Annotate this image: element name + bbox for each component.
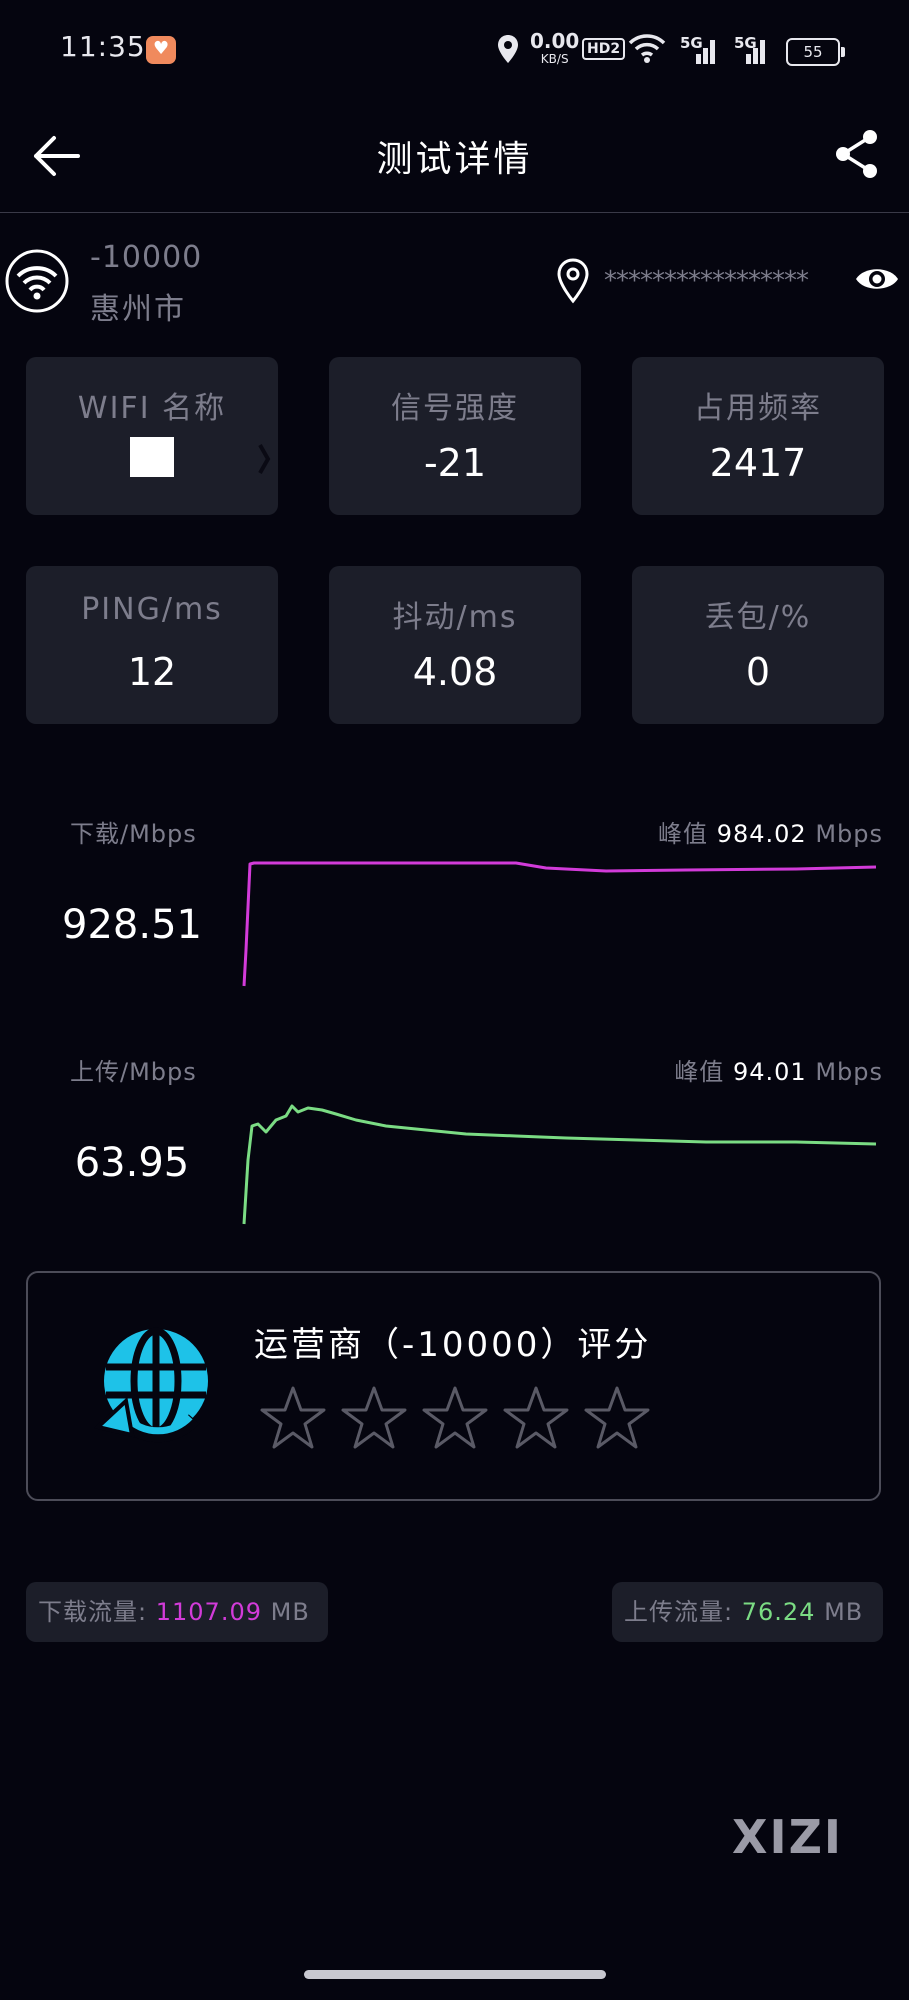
stat-card-packet-loss: 丢包/% 0 <box>632 566 884 724</box>
stat-label: 占用频率 <box>694 391 822 426</box>
status-bar: 11:35 0.00 KB/S HD2 5G 5G 55 <box>0 0 909 100</box>
city-name: 惠州市 <box>90 292 186 327</box>
stat-label: PING/ms <box>81 592 223 627</box>
stat-label: 信号强度 <box>391 391 519 426</box>
redacted-block <box>130 437 174 477</box>
masked-address: ***************** <box>604 266 809 296</box>
download-peak: 峰值 984.02 Mbps <box>658 820 883 848</box>
stat-value: 0 <box>745 650 771 694</box>
hd-voice-badge: HD2 <box>582 38 626 60</box>
star-icon-2[interactable] <box>339 1383 409 1453</box>
rating-title: 运营商（-10000）评分 <box>254 1325 652 1365</box>
watermark: XIZI <box>732 1810 844 1864</box>
battery-indicator: 55 <box>786 38 845 66</box>
stat-label: 丢包/% <box>704 600 812 635</box>
status-time: 11:35 <box>60 30 146 63</box>
stat-card-frequency: 占用频率 2417 <box>632 357 884 515</box>
download-speed-value: 928.51 <box>62 902 202 948</box>
download-traffic-value: 1107.09 <box>155 1598 262 1626</box>
stat-card-signal-strength: 信号强度 -21 <box>329 357 581 515</box>
stat-card-wifi-name: WIFI 名称 <box>26 357 278 515</box>
stat-value: -21 <box>423 441 487 485</box>
star-rating[interactable] <box>258 1383 678 1453</box>
stat-value: 2417 <box>709 441 807 485</box>
isp-code: -10000 <box>90 240 203 275</box>
home-indicator[interactable] <box>304 1970 606 1979</box>
app-notification-icon <box>146 36 176 64</box>
chevron-right-icon <box>258 444 271 474</box>
share-icon[interactable] <box>834 128 880 180</box>
upload-speed-graph <box>242 1104 877 1225</box>
eye-icon[interactable] <box>854 262 900 296</box>
globe-refresh-icon <box>93 1327 208 1443</box>
star-icon-5[interactable] <box>582 1383 652 1453</box>
app-header: 测试详情 <box>0 100 909 213</box>
star-icon-3[interactable] <box>420 1383 490 1453</box>
page-title: 测试详情 <box>376 139 533 180</box>
stat-value: 12 <box>127 650 177 694</box>
wifi-icon <box>5 249 69 313</box>
upload-peak: 峰值 94.01 Mbps <box>674 1058 883 1086</box>
upload-speed-value: 63.95 <box>74 1140 190 1186</box>
stat-label: 抖动/ms <box>392 600 518 635</box>
wifi-status-icon <box>628 34 666 63</box>
stat-card-ping: PING/ms 12 <box>26 566 278 724</box>
cellular-signal-1: 5G <box>676 34 718 64</box>
star-icon-4[interactable] <box>501 1383 571 1453</box>
isp-rating-card: 运营商（-10000）评分 <box>26 1271 881 1501</box>
location-pin-icon <box>557 258 589 304</box>
stat-card-jitter: 抖动/ms 4.08 <box>329 566 581 724</box>
stat-value: 4.08 <box>412 650 498 694</box>
download-traffic: 下载流量: 1107.09 MB <box>26 1582 328 1642</box>
upload-label: 上传/Mbps <box>70 1058 197 1086</box>
cellular-signal-2: 5G <box>730 34 772 64</box>
download-label: 下载/Mbps <box>70 820 197 848</box>
download-speed-graph <box>242 861 877 987</box>
upload-traffic: 上传流量: 76.24 MB <box>612 1582 883 1642</box>
stat-label: WIFI 名称 <box>77 391 227 426</box>
network-speed: 0.00 KB/S <box>530 29 580 66</box>
star-icon-1[interactable] <box>258 1383 328 1453</box>
location-status-icon <box>498 35 518 63</box>
upload-traffic-value: 76.24 <box>741 1598 816 1626</box>
